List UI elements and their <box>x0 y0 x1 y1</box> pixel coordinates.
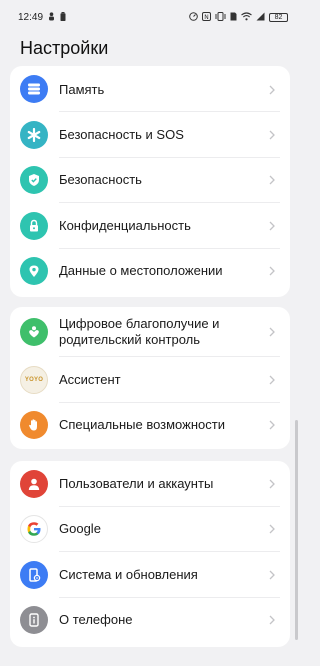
settings-item-label: Система и обновления <box>59 566 198 582</box>
assistant-icon: YOYO <box>20 365 48 394</box>
chevron-right-icon <box>262 375 282 385</box>
battery-indicator: 82 <box>269 12 288 22</box>
settings-item-digital-wellbeing[interactable]: Цифровое благополучие и родительский кон… <box>10 307 290 357</box>
chevron-right-icon <box>262 570 282 580</box>
settings-item-google[interactable]: Google <box>10 507 290 552</box>
settings-item-privacy[interactable]: Конфиденциальность <box>10 203 290 249</box>
shield-icon <box>20 166 48 195</box>
chevron-right-icon <box>262 615 282 625</box>
notification-user-icon <box>48 11 55 23</box>
storage-icon <box>20 75 48 103</box>
settings-item-label: Пользователи и аккаунты <box>59 475 214 491</box>
nfc-icon: N <box>202 11 211 23</box>
settings-item-label: О телефоне <box>59 612 133 628</box>
settings-item-label: Google <box>59 521 101 537</box>
status-left: 12:49 <box>18 11 66 23</box>
settings-item-accessibility[interactable]: Специальные возможности <box>10 403 290 449</box>
chevron-right-icon <box>262 266 282 276</box>
chevron-right-icon <box>262 221 282 231</box>
svg-text:N: N <box>204 14 209 21</box>
settings-item-label: Данные о местоположении <box>59 263 223 279</box>
scrollbar[interactable] <box>295 420 298 640</box>
chevron-right-icon <box>262 175 282 185</box>
hand-icon <box>20 411 48 440</box>
assistant-badge: YOYO <box>24 376 44 383</box>
chevron-right-icon <box>262 130 282 140</box>
settings-item-label: Конфиденциальность <box>59 217 191 233</box>
info-icon <box>20 606 48 635</box>
settings-item-label: Безопасность и SOS <box>59 126 184 142</box>
settings-item-assistant[interactable]: YOYO Ассистент <box>10 357 290 403</box>
settings-group-1: Память Безопасность и SOS Безопасность К… <box>10 66 290 297</box>
settings-item-system-updates[interactable]: Система и обновления <box>10 552 290 598</box>
lock-icon <box>20 211 48 240</box>
chevron-right-icon <box>262 479 282 489</box>
speed-icon <box>189 11 198 23</box>
sim-icon <box>230 12 237 23</box>
wellbeing-icon <box>20 318 48 346</box>
chevron-right-icon <box>262 420 282 430</box>
settings-item-about-phone[interactable]: О телефоне <box>10 598 290 644</box>
google-icon <box>20 515 48 544</box>
settings-item-security-sos[interactable]: Безопасность и SOS <box>10 112 290 158</box>
wifi-icon <box>241 11 252 23</box>
settings-item-label: Цифровое благополучие и родительский кон… <box>59 316 220 347</box>
system-icon <box>20 560 48 589</box>
notification-battery-icon <box>60 11 66 23</box>
status-right: N 82 <box>189 11 288 23</box>
signal-icon <box>256 12 265 23</box>
settings-item-label: Ассистент <box>59 371 121 387</box>
settings-item-label: Специальные возможности <box>59 417 225 433</box>
vibrate-icon <box>215 11 226 23</box>
chevron-right-icon <box>262 327 282 337</box>
chevron-right-icon <box>262 524 282 534</box>
settings-item-label: Память <box>59 81 105 97</box>
page-title: Настройки <box>20 38 109 58</box>
settings-item-users-accounts[interactable]: Пользователи и аккаунты <box>10 461 290 507</box>
chevron-right-icon <box>262 85 282 95</box>
settings-item-storage[interactable]: Память <box>10 67 290 112</box>
sos-icon <box>20 120 48 149</box>
user-icon <box>20 469 48 498</box>
location-icon <box>20 257 48 286</box>
settings-group-3: Пользователи и аккаунты Google Система и… <box>10 461 290 647</box>
settings-item-label: Безопасность <box>59 172 142 188</box>
settings-item-security[interactable]: Безопасность <box>10 158 290 203</box>
status-bar: 12:49 N 82 <box>0 0 300 34</box>
status-time: 12:49 <box>18 11 44 23</box>
settings-group-2: Цифровое благополучие и родительский кон… <box>10 307 290 449</box>
settings-item-location[interactable]: Данные о местоположении <box>10 249 290 295</box>
